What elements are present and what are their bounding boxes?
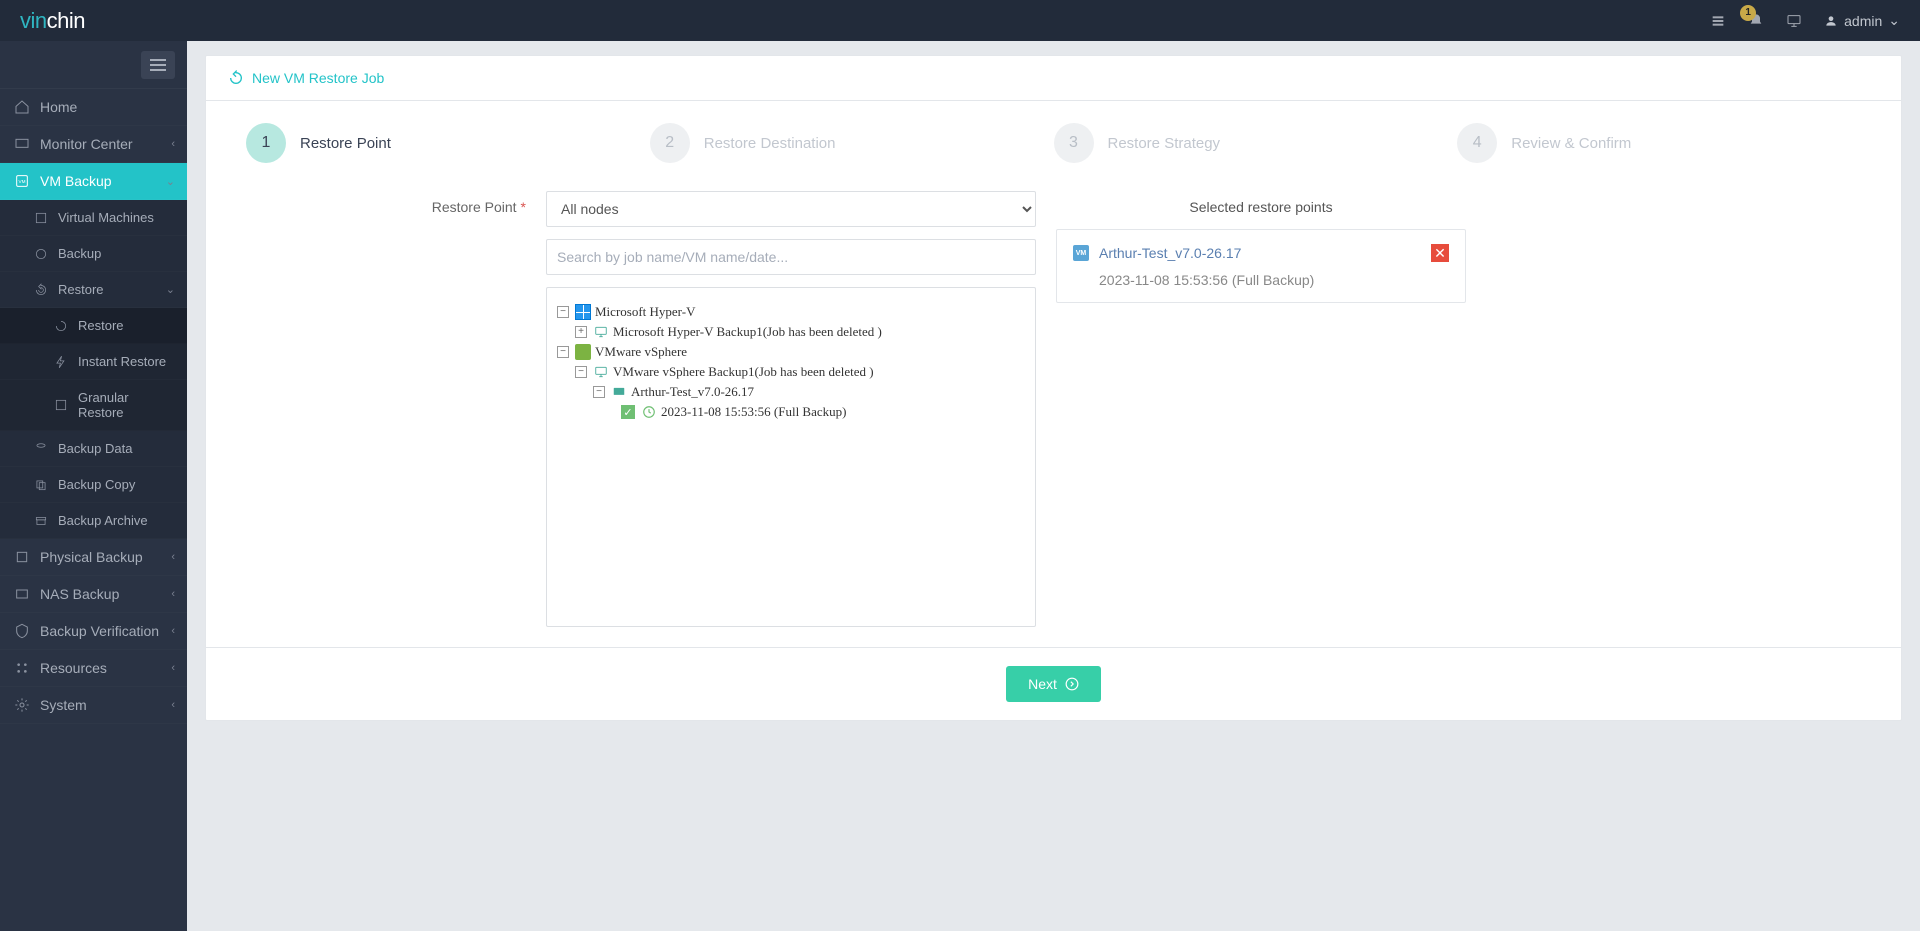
clock-icon (641, 404, 657, 420)
sidebar-item-instant-restore[interactable]: Instant Restore (0, 344, 187, 380)
vsphere-icon (575, 344, 591, 360)
selected-restore-point-card: Arthur-Test_v7.0-26.17 ✕ 2023-11-08 15:5… (1056, 229, 1466, 303)
chevron-left-icon: ‹ (171, 625, 175, 637)
main: New VM Restore Job 1Restore Point 2Resto… (187, 41, 1920, 931)
sidebar-item-restore-sub[interactable]: Restore (0, 308, 187, 344)
sidebar-item-resources[interactable]: Resources‹ (0, 650, 187, 687)
sidebar: Home Monitor Center‹ VMVM Backup⌄ Virtua… (0, 41, 187, 931)
sidebar-item-backup-data[interactable]: Backup Data (0, 431, 187, 467)
step-3[interactable]: 3Restore Strategy (1054, 123, 1458, 163)
sidebar-item-backup-verification[interactable]: Backup Verification‹ (0, 613, 187, 650)
display-icon[interactable] (1786, 13, 1802, 29)
vm-icon (1073, 245, 1089, 261)
tasks-icon[interactable] (1710, 13, 1726, 29)
chevron-down-icon: ⌄ (166, 283, 175, 296)
monitor-icon (593, 364, 609, 380)
sidebar-item-backup-copy[interactable]: Backup Copy (0, 467, 187, 503)
sidebar-item-restore[interactable]: Restore⌄ (0, 272, 187, 308)
tree-node-vm[interactable]: −Arthur-Test_v7.0-26.17 (557, 382, 1025, 402)
checkbox-checked-icon[interactable] (621, 405, 635, 419)
selected-vm-time: 2023-11-08 15:53:56 (Full Backup) (1073, 272, 1449, 288)
tree-node-hyperv-job[interactable]: +Microsoft Hyper-V Backup1(Job has been … (557, 322, 1025, 342)
sidebar-toggle[interactable] (141, 51, 175, 79)
restore-point-tree[interactable]: −Microsoft Hyper-V +Microsoft Hyper-V Ba… (546, 287, 1036, 627)
notifications-icon[interactable]: 1 (1748, 13, 1764, 29)
collapse-icon[interactable]: − (557, 346, 569, 358)
selected-restore-points-title: Selected restore points (1056, 191, 1466, 229)
sidebar-item-backup-archive[interactable]: Backup Archive (0, 503, 187, 539)
user-icon (1824, 14, 1838, 28)
step-2[interactable]: 2Restore Destination (650, 123, 1054, 163)
sidebar-item-system[interactable]: System‹ (0, 687, 187, 724)
arrow-right-icon (1065, 677, 1079, 691)
sidebar-item-physical-backup[interactable]: Physical Backup‹ (0, 539, 187, 576)
notification-badge: 1 (1740, 5, 1756, 21)
expand-icon[interactable]: + (575, 326, 587, 338)
search-input[interactable] (546, 239, 1036, 275)
step-1[interactable]: 1Restore Point (246, 123, 650, 163)
collapse-icon[interactable]: − (557, 306, 569, 318)
restore-icon (228, 70, 244, 86)
chevron-down-icon: ⌄ (166, 175, 175, 188)
form-label-restore-point: Restore Point* (246, 191, 526, 627)
topbar: vinchin 1 admin ⌄ (0, 0, 1920, 41)
remove-button[interactable]: ✕ (1431, 244, 1449, 262)
sidebar-item-nas-backup[interactable]: NAS Backup‹ (0, 576, 187, 613)
selected-vm-name: Arthur-Test_v7.0-26.17 (1099, 245, 1421, 261)
user-menu[interactable]: admin ⌄ (1824, 12, 1900, 29)
chevron-left-icon: ‹ (171, 551, 175, 563)
chevron-left-icon: ‹ (171, 699, 175, 711)
collapse-icon[interactable]: − (575, 366, 587, 378)
tree-node-restore-point[interactable]: 2023-11-08 15:53:56 (Full Backup) (557, 402, 1025, 422)
tree-node-hyperv[interactable]: −Microsoft Hyper-V (557, 302, 1025, 322)
tree-node-vsphere[interactable]: −VMware vSphere (557, 342, 1025, 362)
step-4[interactable]: 4Review & Confirm (1457, 123, 1861, 163)
wizard-steps: 1Restore Point 2Restore Destination 3Res… (206, 101, 1901, 191)
logo: vinchin (20, 8, 85, 34)
chevron-left-icon: ‹ (171, 138, 175, 150)
svg-text:VM: VM (19, 179, 26, 184)
user-name: admin (1844, 13, 1882, 29)
chevron-down-icon: ⌄ (1888, 12, 1900, 29)
sidebar-item-virtual-machines[interactable]: Virtual Machines (0, 200, 187, 236)
page-title: New VM Restore Job (206, 56, 1901, 101)
sidebar-item-monitor[interactable]: Monitor Center‹ (0, 126, 187, 163)
vm-icon (611, 384, 627, 400)
sidebar-item-backup[interactable]: Backup (0, 236, 187, 272)
chevron-left-icon: ‹ (171, 662, 175, 674)
node-select[interactable]: All nodes (546, 191, 1036, 227)
sidebar-item-granular-restore[interactable]: Granular Restore (0, 380, 187, 431)
hyperv-icon (575, 304, 591, 320)
panel: New VM Restore Job 1Restore Point 2Resto… (205, 55, 1902, 721)
tree-node-vsphere-job[interactable]: −VMware vSphere Backup1(Job has been del… (557, 362, 1025, 382)
collapse-icon[interactable]: − (593, 386, 605, 398)
sidebar-item-home[interactable]: Home (0, 89, 187, 126)
next-button[interactable]: Next (1006, 666, 1101, 702)
monitor-icon (593, 324, 609, 340)
chevron-left-icon: ‹ (171, 588, 175, 600)
sidebar-item-vm-backup[interactable]: VMVM Backup⌄ (0, 163, 187, 200)
